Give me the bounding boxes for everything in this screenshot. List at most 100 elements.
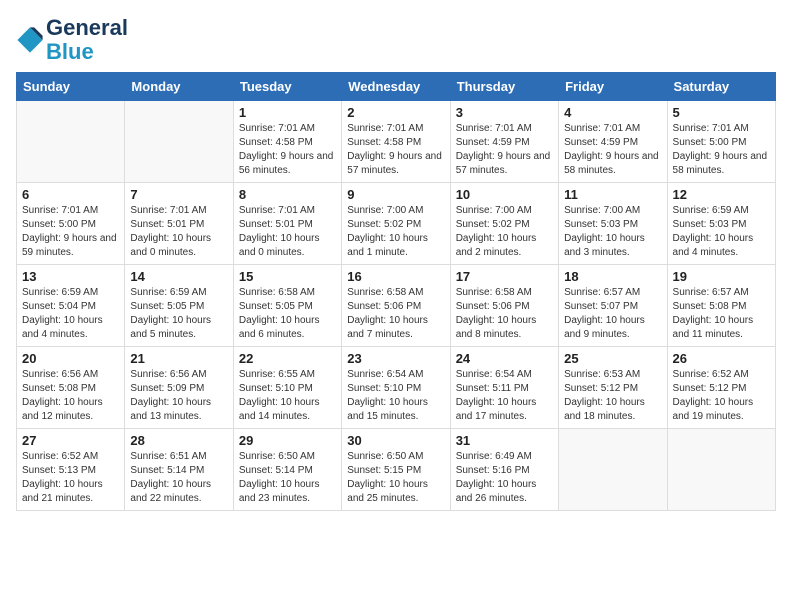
calendar-cell: 10 Sunrise: 7:00 AM Sunset: 5:02 PM Dayli… <box>450 183 558 265</box>
header-row: SundayMondayTuesdayWednesdayThursdayFrid… <box>17 73 776 101</box>
day-number: 31 <box>456 433 553 448</box>
calendar-cell: 19 Sunrise: 6:57 AM Sunset: 5:08 PM Dayli… <box>667 265 775 347</box>
day-info: Sunrise: 7:01 AM Sunset: 4:58 PM Dayligh… <box>239 122 336 178</box>
day-info: Sunrise: 7:01 AM Sunset: 5:01 PM Dayligh… <box>239 204 336 260</box>
calendar-cell: 9Sunrise: 7:00 AM Sunset: 5:02 PM Daylig… <box>342 183 450 265</box>
calendar-cell: 16 Sunrise: 6:58 AM Sunset: 5:06 PM Dayli… <box>342 265 450 347</box>
logo-text: GeneralBlue <box>46 16 128 64</box>
day-number: 17 <box>456 269 553 284</box>
day-number: 15 <box>239 269 336 284</box>
calendar-cell: 21Sunrise: 6:56 AM Sunset: 5:09 PM Dayli… <box>125 347 233 429</box>
calendar-cell: 14 Sunrise: 6:59 AM Sunset: 5:05 PM Dayli… <box>125 265 233 347</box>
day-number: 5 <box>673 105 770 120</box>
calendar-cell: 2 Sunrise: 7:01 AM Sunset: 4:58 PM Daylig… <box>342 101 450 183</box>
calendar-cell <box>559 429 667 511</box>
week-row-2: 6 Sunrise: 7:01 AM Sunset: 5:00 PM Daylig… <box>17 183 776 265</box>
day-number: 13 <box>22 269 119 284</box>
day-info: Sunrise: 6:52 AM Sunset: 5:12 PM Dayligh… <box>673 368 770 424</box>
day-header-saturday: Saturday <box>667 73 775 101</box>
day-number: 1 <box>239 105 336 120</box>
calendar-cell <box>17 101 125 183</box>
calendar-cell: 5 Sunrise: 7:01 AM Sunset: 5:00 PM Daylig… <box>667 101 775 183</box>
calendar-cell: 12 Sunrise: 6:59 AM Sunset: 5:03 PM Dayli… <box>667 183 775 265</box>
day-info: Sunrise: 7:00 AM Sunset: 5:02 PM Dayligh… <box>456 204 553 260</box>
day-info: Sunrise: 6:52 AM Sunset: 5:13 PM Dayligh… <box>22 450 119 506</box>
calendar-cell: 28Sunrise: 6:51 AM Sunset: 5:14 PM Dayli… <box>125 429 233 511</box>
calendar-cell: 29Sunrise: 6:50 AM Sunset: 5:14 PM Dayli… <box>233 429 341 511</box>
day-number: 2 <box>347 105 444 120</box>
day-info: Sunrise: 6:59 AM Sunset: 5:05 PM Dayligh… <box>130 286 227 342</box>
day-info: Sunrise: 6:50 AM Sunset: 5:15 PM Dayligh… <box>347 450 444 506</box>
day-info: Sunrise: 6:56 AM Sunset: 5:08 PM Dayligh… <box>22 368 119 424</box>
calendar-cell: 27Sunrise: 6:52 AM Sunset: 5:13 PM Dayli… <box>17 429 125 511</box>
day-info: Sunrise: 6:53 AM Sunset: 5:12 PM Dayligh… <box>564 368 661 424</box>
day-number: 29 <box>239 433 336 448</box>
day-number: 6 <box>22 187 119 202</box>
calendar-cell: 20 Sunrise: 6:56 AM Sunset: 5:08 PM Dayli… <box>17 347 125 429</box>
calendar-cell: 11 Sunrise: 7:00 AM Sunset: 5:03 PM Dayli… <box>559 183 667 265</box>
day-number: 9 <box>347 187 444 202</box>
day-info: Sunrise: 6:54 AM Sunset: 5:11 PM Dayligh… <box>456 368 553 424</box>
day-number: 10 <box>456 187 553 202</box>
day-number: 24 <box>456 351 553 366</box>
day-header-friday: Friday <box>559 73 667 101</box>
day-number: 30 <box>347 433 444 448</box>
week-row-1: 1 Sunrise: 7:01 AM Sunset: 4:58 PM Daylig… <box>17 101 776 183</box>
day-number: 19 <box>673 269 770 284</box>
day-info: Sunrise: 6:57 AM Sunset: 5:07 PM Dayligh… <box>564 286 661 342</box>
calendar-cell: 6 Sunrise: 7:01 AM Sunset: 5:00 PM Daylig… <box>17 183 125 265</box>
day-info: Sunrise: 6:58 AM Sunset: 5:06 PM Dayligh… <box>347 286 444 342</box>
day-info: Sunrise: 6:55 AM Sunset: 5:10 PM Dayligh… <box>239 368 336 424</box>
calendar-cell: 4Sunrise: 7:01 AM Sunset: 4:59 PM Daylig… <box>559 101 667 183</box>
day-number: 8 <box>239 187 336 202</box>
day-number: 22 <box>239 351 336 366</box>
calendar-cell: 8 Sunrise: 7:01 AM Sunset: 5:01 PM Daylig… <box>233 183 341 265</box>
day-number: 25 <box>564 351 661 366</box>
week-row-3: 13 Sunrise: 6:59 AM Sunset: 5:04 PM Dayli… <box>17 265 776 347</box>
calendar-cell: 25 Sunrise: 6:53 AM Sunset: 5:12 PM Dayli… <box>559 347 667 429</box>
calendar-table: SundayMondayTuesdayWednesdayThursdayFrid… <box>16 72 776 511</box>
day-info: Sunrise: 6:57 AM Sunset: 5:08 PM Dayligh… <box>673 286 770 342</box>
day-header-thursday: Thursday <box>450 73 558 101</box>
calendar-cell: 1 Sunrise: 7:01 AM Sunset: 4:58 PM Daylig… <box>233 101 341 183</box>
week-row-5: 27Sunrise: 6:52 AM Sunset: 5:13 PM Dayli… <box>17 429 776 511</box>
day-info: Sunrise: 6:58 AM Sunset: 5:06 PM Dayligh… <box>456 286 553 342</box>
day-number: 16 <box>347 269 444 284</box>
calendar-cell: 13 Sunrise: 6:59 AM Sunset: 5:04 PM Dayli… <box>17 265 125 347</box>
day-number: 14 <box>130 269 227 284</box>
day-info: Sunrise: 6:54 AM Sunset: 5:10 PM Dayligh… <box>347 368 444 424</box>
day-info: Sunrise: 7:01 AM Sunset: 4:58 PM Dayligh… <box>347 122 444 178</box>
day-info: Sunrise: 6:59 AM Sunset: 5:03 PM Dayligh… <box>673 204 770 260</box>
logo-icon <box>16 26 44 54</box>
day-header-wednesday: Wednesday <box>342 73 450 101</box>
day-info: Sunrise: 6:49 AM Sunset: 5:16 PM Dayligh… <box>456 450 553 506</box>
day-header-sunday: Sunday <box>17 73 125 101</box>
calendar-cell <box>667 429 775 511</box>
calendar-cell: 30 Sunrise: 6:50 AM Sunset: 5:15 PM Dayli… <box>342 429 450 511</box>
day-info: Sunrise: 6:51 AM Sunset: 5:14 PM Dayligh… <box>130 450 227 506</box>
day-number: 12 <box>673 187 770 202</box>
day-info: Sunrise: 7:01 AM Sunset: 4:59 PM Dayligh… <box>564 122 661 178</box>
week-row-4: 20 Sunrise: 6:56 AM Sunset: 5:08 PM Dayli… <box>17 347 776 429</box>
calendar-cell: 31 Sunrise: 6:49 AM Sunset: 5:16 PM Dayli… <box>450 429 558 511</box>
day-info: Sunrise: 6:59 AM Sunset: 5:04 PM Dayligh… <box>22 286 119 342</box>
day-header-monday: Monday <box>125 73 233 101</box>
calendar-cell: 3Sunrise: 7:01 AM Sunset: 4:59 PM Daylig… <box>450 101 558 183</box>
calendar-cell: 23Sunrise: 6:54 AM Sunset: 5:10 PM Dayli… <box>342 347 450 429</box>
day-info: Sunrise: 6:58 AM Sunset: 5:05 PM Dayligh… <box>239 286 336 342</box>
day-info: Sunrise: 7:00 AM Sunset: 5:03 PM Dayligh… <box>564 204 661 260</box>
day-number: 18 <box>564 269 661 284</box>
day-number: 26 <box>673 351 770 366</box>
day-info: Sunrise: 7:01 AM Sunset: 5:00 PM Dayligh… <box>22 204 119 260</box>
day-header-tuesday: Tuesday <box>233 73 341 101</box>
calendar-cell: 17 Sunrise: 6:58 AM Sunset: 5:06 PM Dayli… <box>450 265 558 347</box>
day-number: 11 <box>564 187 661 202</box>
day-number: 3 <box>456 105 553 120</box>
day-number: 21 <box>130 351 227 366</box>
calendar-cell: 7Sunrise: 7:01 AM Sunset: 5:01 PM Daylig… <box>125 183 233 265</box>
calendar-cell: 22 Sunrise: 6:55 AM Sunset: 5:10 PM Dayli… <box>233 347 341 429</box>
day-number: 20 <box>22 351 119 366</box>
day-number: 7 <box>130 187 227 202</box>
calendar-cell: 26 Sunrise: 6:52 AM Sunset: 5:12 PM Dayli… <box>667 347 775 429</box>
day-info: Sunrise: 7:01 AM Sunset: 5:00 PM Dayligh… <box>673 122 770 178</box>
